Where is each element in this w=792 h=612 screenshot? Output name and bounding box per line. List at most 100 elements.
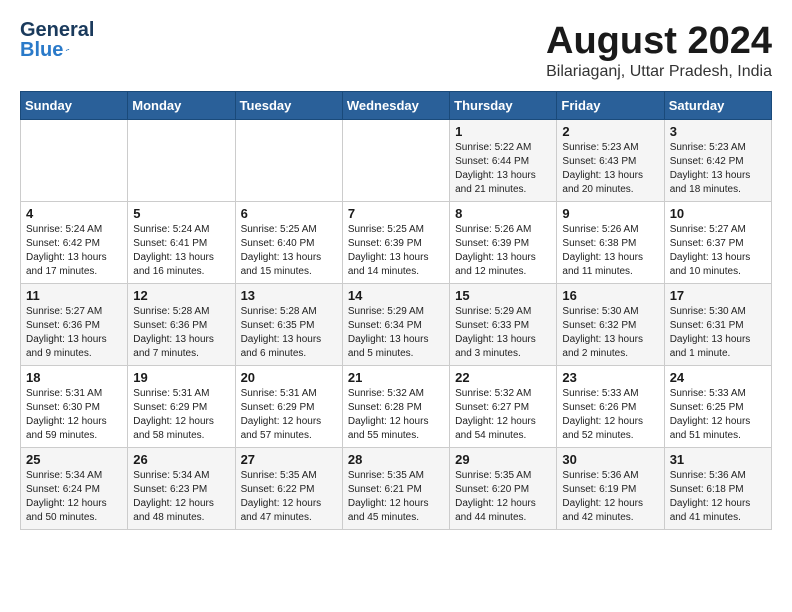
title-section: August 2024 Bilariaganj, Uttar Pradesh, … [546,20,772,81]
calendar-week-row: 18 Sunrise: 5:31 AMSunset: 6:30 PMDayligh… [21,366,772,448]
calendar-week-row: 11Sunrise: 5:27 AMSunset: 6:36 PMDayligh… [21,284,772,366]
weekday-header-sunday: Sunday [21,92,128,120]
day-number: 6 [241,206,337,221]
calendar-cell: 16 Sunrise: 5:30 AMSunset: 6:32 PMDayligh… [557,284,664,366]
day-info: Sunrise: 5:27 AMSunset: 6:37 PMDaylight:… [670,223,766,279]
day-info: Sunrise: 5:33 AMSunset: 6:26 PMDaylight:… [562,387,658,443]
day-info: Sunrise: 5:31 AMSunset: 6:29 PMDaylight:… [133,387,229,443]
calendar-cell: 12 Sunrise: 5:28 AMSunset: 6:36 PMDayligh… [128,284,235,366]
calendar-cell [128,120,235,202]
day-info: Sunrise: 5:33 AMSunset: 6:25 PMDaylight:… [670,387,766,443]
day-number: 26 [133,452,229,467]
calendar-cell: 29 Sunrise: 5:35 AMSunset: 6:20 PMDayligh… [450,448,557,530]
calendar-cell: 5 Sunrise: 5:24 AMSunset: 6:41 PMDaylight… [128,202,235,284]
day-number: 13 [241,288,337,303]
location-text: Bilariaganj, Uttar Pradesh, India [546,63,772,81]
day-number: 5 [133,206,229,221]
calendar-cell: 25 Sunrise: 5:34 AMSunset: 6:24 PMDayligh… [21,448,128,530]
day-info: Sunrise: 5:23 AMSunset: 6:43 PMDaylight:… [562,141,658,197]
calendar-table: SundayMondayTuesdayWednesdayThursdayFrid… [20,91,772,530]
day-number: 19 [133,370,229,385]
weekday-header-saturday: Saturday [664,92,771,120]
calendar-cell: 30 Sunrise: 5:36 AMSunset: 6:19 PMDayligh… [557,448,664,530]
day-number: 12 [133,288,229,303]
day-number: 7 [348,206,444,221]
calendar-cell: 7 Sunrise: 5:25 AMSunset: 6:39 PMDaylight… [342,202,449,284]
calendar-cell [235,120,342,202]
calendar-cell: 15 Sunrise: 5:29 AMSunset: 6:33 PMDayligh… [450,284,557,366]
day-number: 14 [348,288,444,303]
calendar-cell: 10Sunrise: 5:27 AMSunset: 6:37 PMDayligh… [664,202,771,284]
calendar-week-row: 1Sunrise: 5:22 AMSunset: 6:44 PMDaylight… [21,120,772,202]
calendar-cell: 28 Sunrise: 5:35 AMSunset: 6:21 PMDayligh… [342,448,449,530]
day-info: Sunrise: 5:34 AMSunset: 6:24 PMDaylight:… [26,469,122,525]
calendar-cell: 2Sunrise: 5:23 AMSunset: 6:43 PMDaylight… [557,120,664,202]
day-number: 30 [562,452,658,467]
day-info: Sunrise: 5:26 AMSunset: 6:38 PMDaylight:… [562,223,658,279]
day-number: 3 [670,124,766,139]
day-info: Sunrise: 5:26 AMSunset: 6:39 PMDaylight:… [455,223,551,279]
day-info: Sunrise: 5:29 AMSunset: 6:34 PMDaylight:… [348,305,444,361]
calendar-cell: 18 Sunrise: 5:31 AMSunset: 6:30 PMDayligh… [21,366,128,448]
day-info: Sunrise: 5:25 AMSunset: 6:40 PMDaylight:… [241,223,337,279]
day-info: Sunrise: 5:35 AMSunset: 6:20 PMDaylight:… [455,469,551,525]
day-number: 8 [455,206,551,221]
weekday-header-monday: Monday [128,92,235,120]
day-number: 20 [241,370,337,385]
calendar-cell [21,120,128,202]
day-number: 15 [455,288,551,303]
calendar-cell: 14 Sunrise: 5:29 AMSunset: 6:34 PMDayligh… [342,284,449,366]
day-number: 23 [562,370,658,385]
day-number: 25 [26,452,122,467]
day-info: Sunrise: 5:23 AMSunset: 6:42 PMDaylight:… [670,141,766,197]
day-number: 1 [455,124,551,139]
weekday-header-tuesday: Tuesday [235,92,342,120]
day-info: Sunrise: 5:36 AMSunset: 6:18 PMDaylight:… [670,469,766,525]
day-info: Sunrise: 5:29 AMSunset: 6:33 PMDaylight:… [455,305,551,361]
day-number: 24 [670,370,766,385]
calendar-cell: 13 Sunrise: 5:28 AMSunset: 6:35 PMDayligh… [235,284,342,366]
day-info: Sunrise: 5:36 AMSunset: 6:19 PMDaylight:… [562,469,658,525]
day-number: 18 [26,370,122,385]
day-info: Sunrise: 5:27 AMSunset: 6:36 PMDaylight:… [26,305,122,361]
calendar-cell: 9 Sunrise: 5:26 AMSunset: 6:38 PMDaylight… [557,202,664,284]
day-info: Sunrise: 5:32 AMSunset: 6:27 PMDaylight:… [455,387,551,443]
calendar-week-row: 4 Sunrise: 5:24 AMSunset: 6:42 PMDaylight… [21,202,772,284]
calendar-cell: 19 Sunrise: 5:31 AMSunset: 6:29 PMDayligh… [128,366,235,448]
calendar-cell: 27Sunrise: 5:35 AMSunset: 6:22 PMDayligh… [235,448,342,530]
logo-bird-icon [65,41,70,59]
day-info: Sunrise: 5:30 AMSunset: 6:31 PMDaylight:… [670,305,766,361]
day-info: Sunrise: 5:34 AMSunset: 6:23 PMDaylight:… [133,469,229,525]
calendar-cell: 17Sunrise: 5:30 AMSunset: 6:31 PMDayligh… [664,284,771,366]
calendar-cell: 4 Sunrise: 5:24 AMSunset: 6:42 PMDaylight… [21,202,128,284]
weekday-header-friday: Friday [557,92,664,120]
calendar-cell: 6 Sunrise: 5:25 AMSunset: 6:40 PMDaylight… [235,202,342,284]
month-year-title: August 2024 [546,20,772,63]
calendar-cell: 8 Sunrise: 5:26 AMSunset: 6:39 PMDaylight… [450,202,557,284]
day-info: Sunrise: 5:30 AMSunset: 6:32 PMDaylight:… [562,305,658,361]
calendar-cell [342,120,449,202]
day-info: Sunrise: 5:31 AMSunset: 6:30 PMDaylight:… [26,387,122,443]
day-info: Sunrise: 5:28 AMSunset: 6:35 PMDaylight:… [241,305,337,361]
day-info: Sunrise: 5:24 AMSunset: 6:41 PMDaylight:… [133,223,229,279]
day-number: 4 [26,206,122,221]
logo: General Blue [20,20,70,60]
calendar-cell: 31Sunrise: 5:36 AMSunset: 6:18 PMDayligh… [664,448,771,530]
weekday-header-thursday: Thursday [450,92,557,120]
calendar-cell: 3 Sunrise: 5:23 AMSunset: 6:42 PMDaylight… [664,120,771,202]
calendar-cell: 1Sunrise: 5:22 AMSunset: 6:44 PMDaylight… [450,120,557,202]
day-info: Sunrise: 5:25 AMSunset: 6:39 PMDaylight:… [348,223,444,279]
calendar-cell: 24 Sunrise: 5:33 AMSunset: 6:25 PMDayligh… [664,366,771,448]
day-info: Sunrise: 5:24 AMSunset: 6:42 PMDaylight:… [26,223,122,279]
day-info: Sunrise: 5:35 AMSunset: 6:21 PMDaylight:… [348,469,444,525]
day-number: 29 [455,452,551,467]
calendar-cell: 26 Sunrise: 5:34 AMSunset: 6:23 PMDayligh… [128,448,235,530]
day-info: Sunrise: 5:28 AMSunset: 6:36 PMDaylight:… [133,305,229,361]
calendar-cell: 23 Sunrise: 5:33 AMSunset: 6:26 PMDayligh… [557,366,664,448]
day-number: 28 [348,452,444,467]
day-number: 21 [348,370,444,385]
day-number: 16 [562,288,658,303]
day-number: 9 [562,206,658,221]
calendar-cell: 11Sunrise: 5:27 AMSunset: 6:36 PMDayligh… [21,284,128,366]
calendar-cell: 21Sunrise: 5:32 AMSunset: 6:28 PMDayligh… [342,366,449,448]
